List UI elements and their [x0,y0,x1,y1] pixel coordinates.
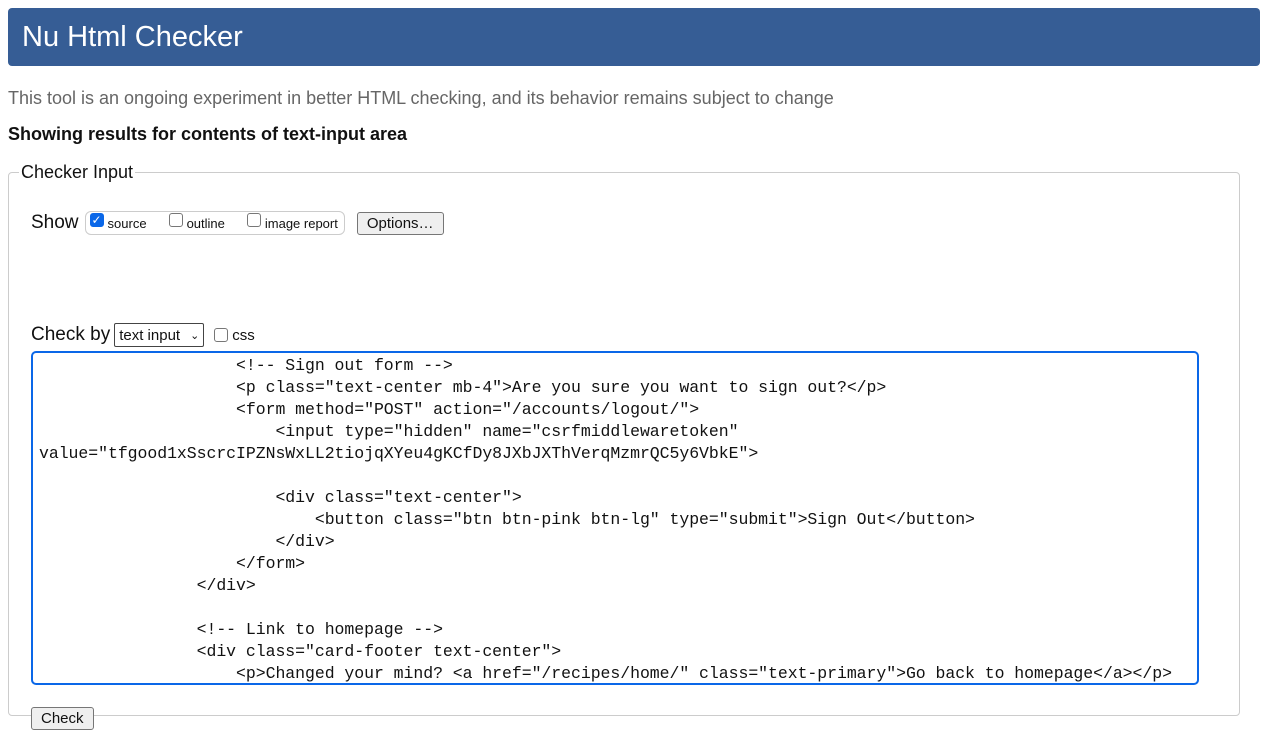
css-checkbox[interactable]: css [214,327,255,344]
page-title: Nu Html Checker [22,21,243,53]
check-by-label: Check by [31,324,111,345]
check-by-select[interactable]: text input ⌄ [114,323,205,347]
checkbox-icon[interactable] [168,213,183,227]
checkbox-checked-icon[interactable]: ✓ [89,213,104,227]
options-button[interactable]: Options… [356,211,444,235]
show-outline-checkbox[interactable]: outline [168,213,225,231]
show-options-group: ✓ source outline image report [84,211,345,235]
chevron-down-icon: ⌄ [190,329,200,342]
show-image-report-checkbox[interactable]: image report [246,213,338,231]
check-button[interactable]: Check [31,707,94,730]
intro-text: This tool is an ongoing experiment in be… [8,88,834,108]
results-heading: Showing results for contents of text-inp… [8,124,408,144]
checker-input-fieldset: Checker Input Show ✓ source outline image… [8,162,1240,730]
fieldset-legend: Checker Input [21,162,134,182]
page-header: Nu Html Checker [8,8,1260,66]
source-text[interactable]: <!-- Sign out form --> <p class="text-ce… [39,355,1197,683]
checkbox-icon[interactable] [214,328,229,342]
show-label: Show [31,212,79,233]
source-textarea[interactable]: <!-- Sign out form --> <p class="text-ce… [31,351,1199,685]
checkbox-icon[interactable] [246,213,261,227]
show-source-checkbox[interactable]: ✓ source [89,213,147,231]
